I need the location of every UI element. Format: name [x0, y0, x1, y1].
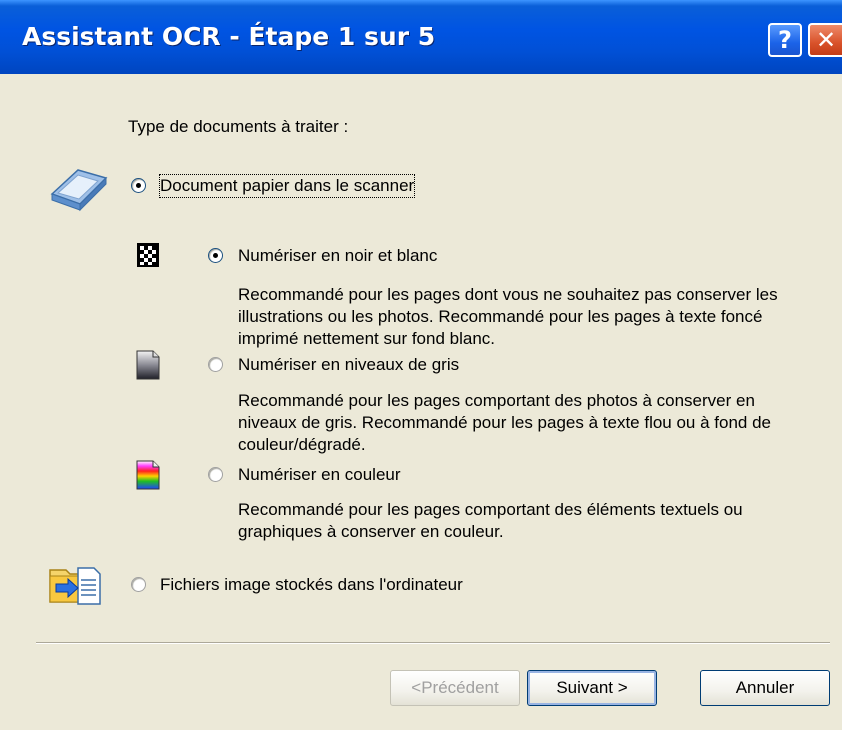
- back-button[interactable]: <Précédent: [390, 670, 520, 706]
- paper-document-label[interactable]: Document papier dans le scanner: [158, 174, 416, 198]
- prompt-label: Type de documents à traiter :: [128, 117, 349, 136]
- footer-separator: [36, 642, 830, 644]
- grayscale-description: Recommandé pour les pages comportant des…: [238, 391, 772, 454]
- close-button[interactable]: ✕: [808, 23, 842, 57]
- color-label[interactable]: Numériser en couleur: [238, 464, 401, 486]
- color-radio[interactable]: [208, 467, 223, 482]
- color-description: Recommandé pour les pages comportant des…: [238, 500, 743, 541]
- black-white-description: Recommandé pour les pages dont vous ne s…: [238, 285, 778, 348]
- color-icon: [136, 460, 160, 490]
- grayscale-radio[interactable]: [208, 357, 223, 372]
- black-white-icon: [137, 243, 159, 267]
- black-white-radio[interactable]: [208, 248, 223, 263]
- window-title: Assistant OCR - Étape 1 sur 5: [22, 22, 436, 51]
- scanner-icon: [50, 169, 108, 212]
- grayscale-label[interactable]: Numériser en niveaux de gris: [238, 354, 459, 376]
- image-files-label[interactable]: Fichiers image stockés dans l'ordinateur: [160, 574, 463, 596]
- grayscale-icon: [136, 350, 160, 380]
- cancel-button[interactable]: Annuler: [700, 670, 830, 706]
- folder-file-icon: [49, 567, 101, 605]
- black-white-label[interactable]: Numériser en noir et blanc: [238, 245, 437, 267]
- next-button[interactable]: Suivant >: [527, 670, 657, 706]
- title-bar: Assistant OCR - Étape 1 sur 5 ? ✕: [0, 0, 842, 74]
- paper-document-radio[interactable]: [131, 178, 146, 193]
- help-button[interactable]: ?: [768, 23, 802, 57]
- image-files-radio[interactable]: [131, 577, 146, 592]
